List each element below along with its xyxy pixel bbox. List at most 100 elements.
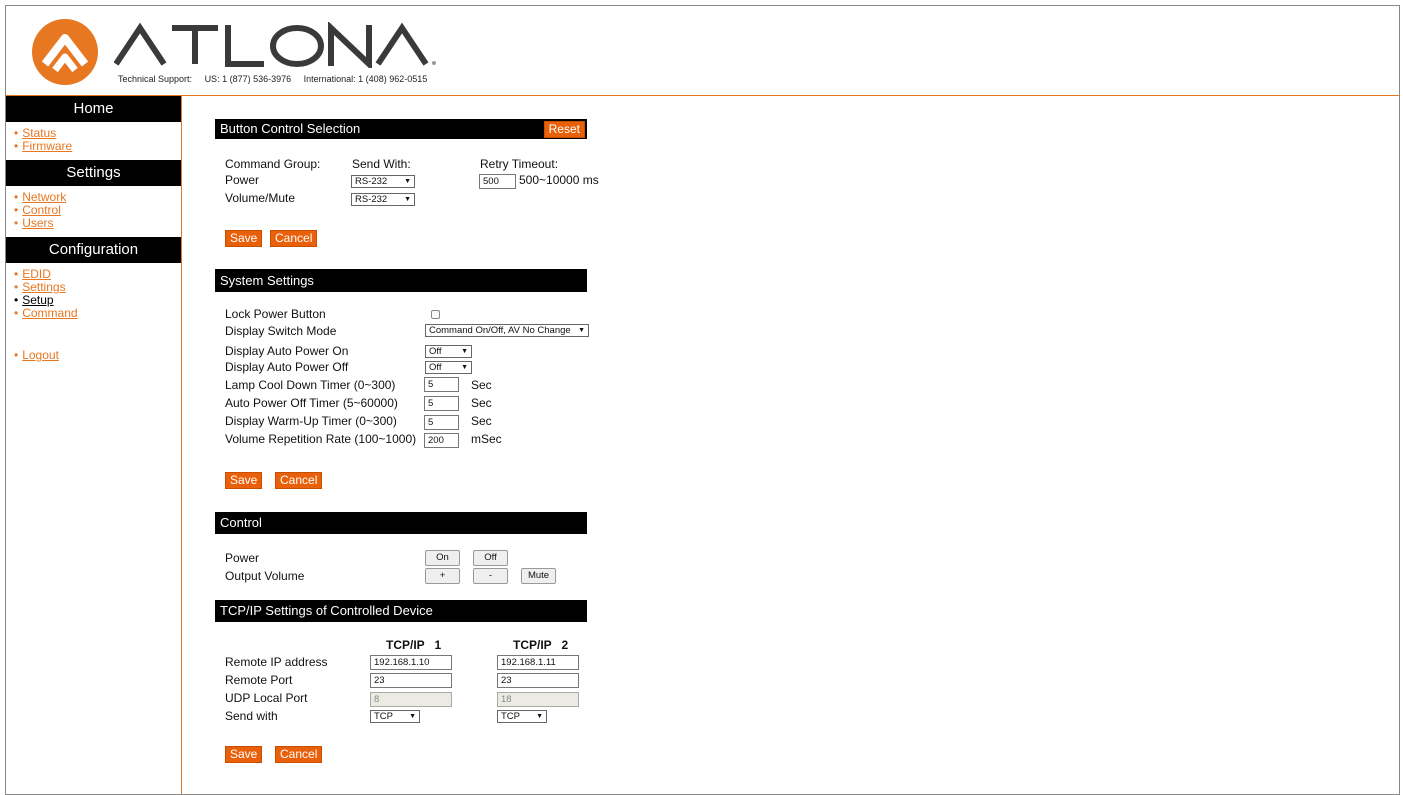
nav-link-firmware[interactable]: Firmware [22, 139, 72, 153]
send-with-1-select[interactable]: TCP ▼ [370, 710, 420, 723]
auto-power-off-select[interactable]: Off ▼ [425, 361, 472, 374]
lamp-cool-down-label: Lamp Cool Down Timer (0~300) [225, 378, 396, 392]
sidebar: Home Status Firmware Settings Network Co… [6, 96, 182, 794]
mute-button[interactable]: Mute [521, 568, 556, 584]
section-title: TCP/IP Settings of Controlled Device [220, 603, 433, 618]
nav-item-command[interactable]: Command [14, 307, 181, 320]
volume-up-button[interactable]: + [425, 568, 460, 584]
section-title: System Settings [220, 273, 314, 288]
section-system-settings: System Settings [215, 269, 587, 292]
nav-item-users[interactable]: Users [14, 217, 181, 230]
remote-ip-1-input[interactable]: 192.168.1.10 [370, 655, 452, 670]
nav-item-firmware[interactable]: Firmware [14, 140, 181, 153]
remote-port-label: Remote Port [225, 673, 293, 687]
tcpip-1-header: TCP/IP 1 [386, 638, 442, 652]
nav-link-command[interactable]: Command [22, 306, 77, 320]
power-on-button[interactable]: On [425, 550, 460, 566]
support-intl-phone: International: 1 (408) 962-0515 [303, 74, 428, 84]
display-switch-mode-label: Display Switch Mode [225, 324, 337, 338]
nav-item-logout[interactable]: Logout [14, 349, 181, 362]
atlona-wordmark [114, 22, 436, 68]
nav-link-control[interactable]: Control [22, 203, 61, 217]
send-with-2-select[interactable]: TCP ▼ [497, 710, 547, 723]
dropdown-arrow-icon: ▼ [461, 364, 468, 371]
section-button-control: Button Control Selection Reset [215, 119, 587, 139]
nav-list-configuration: EDID Settings Setup Command [6, 263, 181, 327]
button-control-save-button[interactable]: Save [225, 230, 263, 247]
support-label: Technical Support: [118, 74, 193, 84]
select-value: RS-232 [355, 194, 388, 205]
volume-mute-group-label: Volume/Mute [225, 191, 296, 205]
system-settings-save-button[interactable]: Save [225, 472, 263, 489]
remote-port-2-input[interactable]: 23 [497, 673, 579, 688]
volume-repetition-input[interactable]: 200 [424, 433, 459, 448]
auto-power-on-label: Display Auto Power On [225, 344, 349, 358]
tcpip-save-button[interactable]: Save [225, 746, 263, 763]
nav-link-config-settings[interactable]: Settings [22, 280, 65, 294]
lock-power-label: Lock Power Button [225, 307, 326, 321]
lock-power-checkbox[interactable] [431, 310, 440, 319]
warm-up-timer-input[interactable]: 5 [424, 415, 459, 430]
volume-mute-send-select[interactable]: RS-232 ▼ [351, 193, 415, 206]
nav-link-setup[interactable]: Setup [22, 293, 53, 307]
dropdown-arrow-icon: ▼ [536, 713, 543, 720]
remote-port-1-input[interactable]: 23 [370, 673, 452, 688]
select-value: RS-232 [355, 176, 388, 187]
lamp-cool-down-input[interactable]: 5 [424, 377, 459, 392]
reset-button[interactable]: Reset [543, 121, 585, 138]
dropdown-arrow-icon: ▼ [404, 196, 411, 203]
retry-range-label: 500~10000 ms [519, 173, 599, 187]
dropdown-arrow-icon: ▼ [404, 178, 411, 185]
select-value: Off [429, 362, 442, 373]
auto-power-on-select[interactable]: Off ▼ [425, 345, 472, 358]
udp-local-port-label: UDP Local Port [225, 691, 308, 705]
warm-up-timer-unit: Sec [471, 414, 492, 428]
udp-local-port-2-input: 18 [497, 692, 579, 707]
power-send-select[interactable]: RS-232 ▼ [351, 175, 415, 188]
udp-local-port-1-input: 8 [370, 692, 452, 707]
section-title: Button Control Selection [220, 121, 361, 136]
button-control-cancel-button[interactable]: Cancel [270, 230, 318, 247]
nav-heading-configuration: Configuration [6, 237, 181, 263]
command-group-header: Command Group: [225, 157, 321, 171]
nav-link-edid[interactable]: EDID [22, 267, 51, 281]
auto-power-off-timer-unit: Sec [471, 396, 492, 410]
auto-power-off-timer-input[interactable]: 5 [424, 396, 459, 411]
lamp-cool-down-unit: Sec [471, 378, 492, 392]
nav-link-logout[interactable]: Logout [22, 348, 59, 362]
dropdown-arrow-icon: ▼ [578, 327, 585, 334]
nav-list-settings: Network Control Users [6, 186, 181, 237]
nav-link-users[interactable]: Users [22, 216, 53, 230]
section-tcpip: TCP/IP Settings of Controlled Device [215, 600, 587, 622]
system-settings-cancel-button[interactable]: Cancel [275, 472, 323, 489]
nav-link-status[interactable]: Status [22, 126, 56, 140]
remote-ip-2-input[interactable]: 192.168.1.11 [497, 655, 579, 670]
dropdown-arrow-icon: ▼ [409, 713, 416, 720]
retry-timeout-input[interactable]: 500 [479, 174, 516, 189]
control-power-label: Power [225, 551, 260, 565]
power-off-button[interactable]: Off [473, 550, 508, 566]
support-contact: Technical Support: US: 1 (877) 536-3976 … [118, 74, 437, 84]
send-with-label: Send with [225, 709, 278, 723]
retry-timeout-header: Retry Timeout: [480, 157, 559, 171]
tcpip-2-header: TCP/IP 2 [513, 638, 569, 652]
send-with-header: Send With: [352, 157, 411, 171]
section-control: Control [215, 512, 587, 534]
select-value: TCP [374, 711, 393, 722]
volume-repetition-unit: mSec [471, 432, 502, 446]
nav-list-logout: Logout [6, 327, 181, 369]
section-title: Control [220, 515, 262, 530]
warm-up-timer-label: Display Warm-Up Timer (0~300) [225, 414, 397, 428]
volume-repetition-label: Volume Repetition Rate (100~1000) [225, 432, 417, 446]
nav-link-network[interactable]: Network [22, 190, 66, 204]
tcpip-cancel-button[interactable]: Cancel [275, 746, 323, 763]
nav-heading-settings: Settings [6, 160, 181, 186]
volume-down-button[interactable]: - [473, 568, 508, 584]
display-switch-mode-select[interactable]: Command On/Off, AV No Change ▼ [425, 324, 589, 337]
power-group-label: Power [225, 173, 260, 187]
output-volume-label: Output Volume [225, 569, 305, 583]
atlona-logo-icon [32, 19, 98, 85]
header: Technical Support: US: 1 (877) 536-3976 … [6, 6, 1399, 96]
select-value: TCP [501, 711, 520, 722]
remote-ip-label: Remote IP address [225, 655, 328, 669]
